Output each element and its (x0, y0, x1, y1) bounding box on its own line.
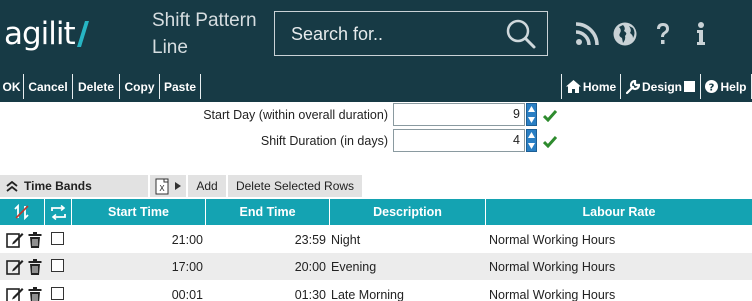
time-bands-header[interactable]: Time Bands (0, 175, 148, 197)
start-day-input[interactable]: 9 (393, 103, 525, 126)
search-input[interactable]: Search for.. (291, 24, 383, 45)
row-select-checkbox[interactable] (51, 287, 64, 300)
column-header-start-time[interactable]: Start Time (72, 199, 205, 225)
agility-logo[interactable]: agilit (4, 16, 89, 52)
row-select-checkbox[interactable] (51, 259, 64, 272)
labour-rate-cell: Normal Working Hours (489, 287, 616, 301)
start-time-cell: 21:00 (171, 232, 203, 247)
cancel-button[interactable]: Cancel (24, 74, 73, 99)
wrench-icon (625, 79, 640, 94)
ok-button[interactable]: OK (0, 74, 24, 99)
refresh-icon (50, 204, 66, 220)
delete-button[interactable]: Delete (73, 74, 120, 99)
edit-icon[interactable] (6, 258, 24, 275)
edit-icon[interactable] (6, 231, 24, 248)
shift-duration-input[interactable]: 4 (393, 129, 525, 152)
design-button[interactable]: Design (621, 74, 701, 99)
time-bands-bar: Time Bands X Add Delete Selected Rows (0, 175, 752, 197)
design-checkbox[interactable] (684, 81, 695, 92)
end-time-cell: 23:59 (294, 232, 326, 247)
start-time-cell: 00:01 (171, 287, 203, 301)
help-button[interactable]: ? Help (701, 74, 752, 99)
logo-slash-icon (76, 21, 89, 47)
edit-icon[interactable] (6, 286, 24, 301)
row-select-checkbox[interactable] (51, 232, 64, 245)
time-bands-title: Time Bands (24, 179, 92, 193)
search-box[interactable]: Search for.. (274, 11, 548, 56)
shift-duration-spinner[interactable] (526, 129, 537, 152)
copy-button[interactable]: Copy (120, 74, 160, 99)
delete-row-icon[interactable] (28, 287, 42, 301)
spinner-arrows-icon (528, 132, 535, 149)
description-cell: Evening (331, 259, 377, 274)
start-time-cell: 17:00 (171, 259, 203, 274)
export-excel-button[interactable]: X (150, 175, 186, 197)
column-header-end-time[interactable]: End Time (206, 199, 329, 225)
help-label: Help (720, 79, 747, 94)
excel-icon: X (155, 178, 169, 194)
shift-duration-label: Shift Duration (in days) (260, 134, 388, 148)
grid-header: Start Time End Time Description Labour R… (0, 199, 752, 225)
checkmark-icon (543, 110, 557, 122)
refresh-column-header[interactable] (45, 199, 71, 225)
app-header: agilit Shift Pattern Line Search for.. (0, 0, 752, 70)
design-label: Design (641, 79, 682, 94)
description-cell: Night (331, 232, 361, 247)
caret-right-icon (175, 182, 181, 190)
table-row[interactable]: 00:01 01:30 Late Morning Normal Working … (0, 281, 752, 301)
start-day-label: Start Day (within overall duration) (203, 108, 388, 122)
description-cell: Late Morning (331, 287, 404, 301)
delete-row-icon[interactable] (28, 259, 42, 275)
collapse-icon (6, 180, 18, 192)
logo-text: agilit (4, 16, 76, 52)
start-day-spinner[interactable] (526, 103, 537, 126)
table-row[interactable]: 21:00 23:59 Night Normal Working Hours (0, 226, 752, 253)
rss-icon[interactable] (574, 21, 600, 47)
labour-rate-cell: Normal Working Hours (489, 232, 616, 247)
sort-icon (14, 204, 29, 220)
home-icon (565, 80, 581, 93)
page-title: Shift Pattern Line (152, 10, 257, 58)
search-icon[interactable] (505, 18, 537, 50)
column-header-description[interactable]: Description (330, 199, 485, 225)
spinner-arrows-icon (528, 106, 535, 123)
svg-text:?: ? (709, 83, 715, 94)
home-label: Home (582, 79, 617, 94)
sort-column-header[interactable] (0, 199, 44, 225)
delete-row-icon[interactable] (28, 232, 42, 248)
add-row-button[interactable]: Add (188, 175, 226, 197)
table-row[interactable]: 17:00 20:00 Evening Normal Working Hours (0, 253, 752, 280)
help-icon[interactable] (650, 21, 676, 47)
delete-selected-rows-button[interactable]: Delete Selected Rows (228, 175, 362, 197)
info-icon[interactable] (688, 21, 714, 47)
checkmark-icon (543, 136, 557, 148)
labour-rate-cell: Normal Working Hours (489, 259, 616, 274)
action-toolbar: OK Cancel Delete Copy Paste Home Design … (0, 70, 752, 102)
column-header-labour-rate[interactable]: Labour Rate (486, 199, 752, 225)
globe-icon[interactable] (612, 21, 638, 47)
paste-button[interactable]: Paste (160, 74, 201, 99)
home-button[interactable]: Home (561, 74, 621, 99)
svg-text:X: X (159, 184, 165, 193)
end-time-cell: 01:30 (294, 287, 326, 301)
help-circle-icon: ? (705, 80, 719, 94)
end-time-cell: 20:00 (294, 259, 326, 274)
